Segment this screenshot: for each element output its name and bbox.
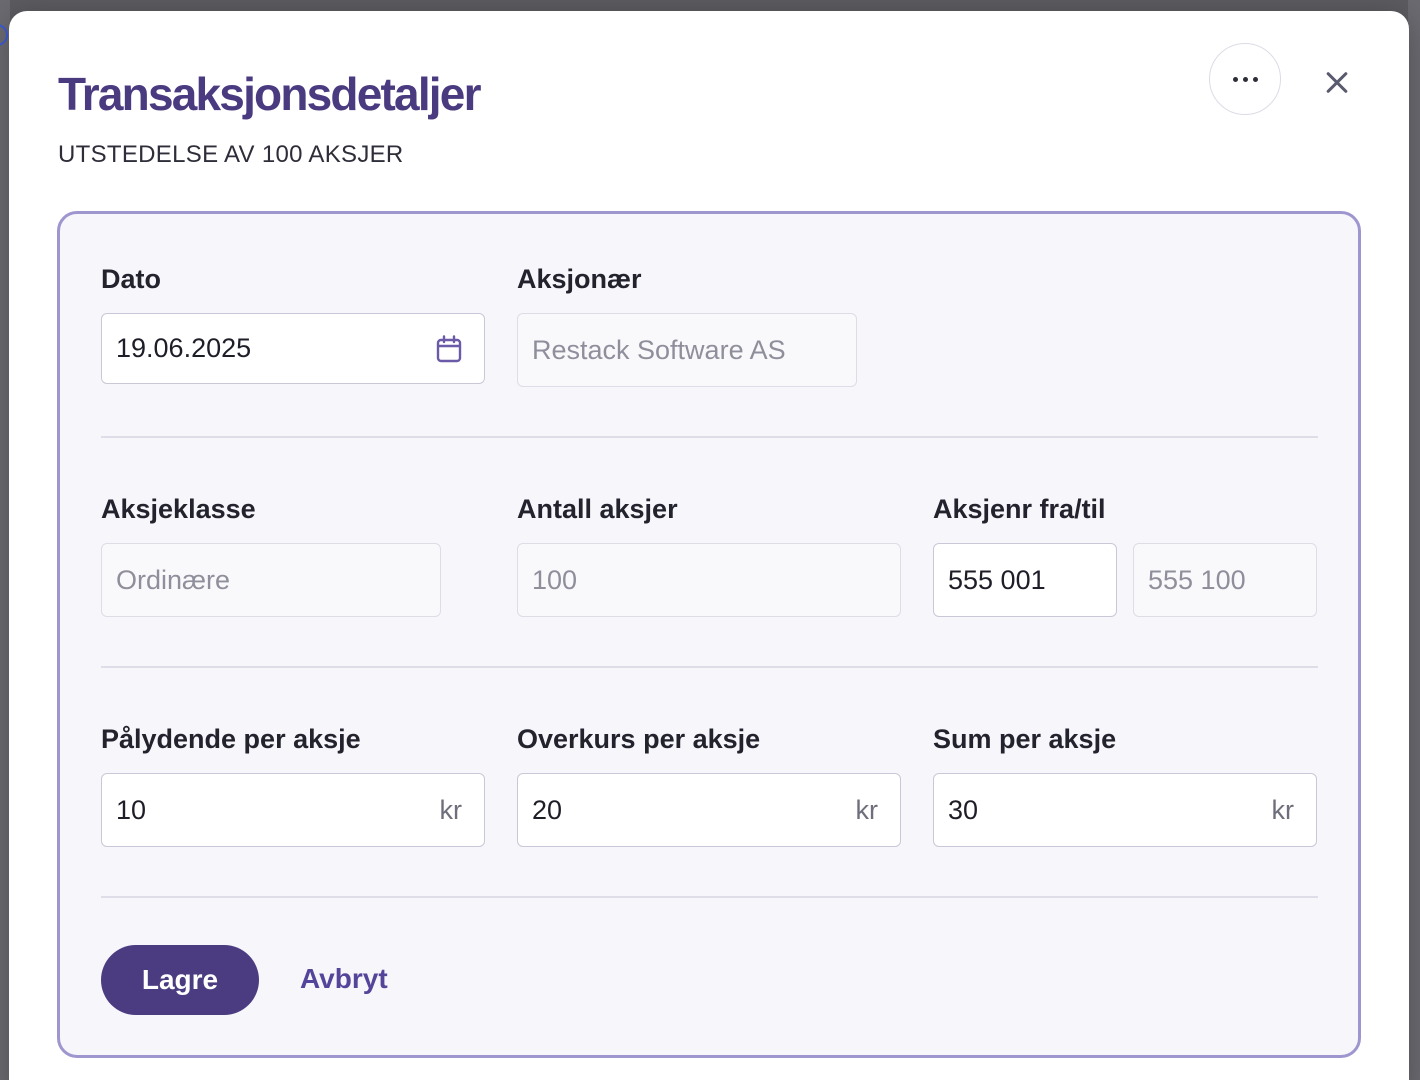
divider [101,896,1318,898]
close-icon[interactable] [1319,65,1355,101]
sum-input[interactable]: 30 kr [933,773,1317,847]
premium-label: Overkurs per aksje [517,724,761,754]
nominal-value: 10 [116,794,147,825]
sum-value: 30 [948,794,979,825]
dialog-subtitle: UTSTEDELSE AV 100 AKSJER [58,141,404,168]
shareholder-field: Restack Software AS [517,313,857,387]
currency-suffix: kr [855,794,879,825]
premium-input[interactable]: 20 kr [517,773,901,847]
share-number-to-field: 555 100 [1133,543,1317,617]
cancel-link[interactable]: Avbryt [300,963,388,995]
more-horizontal-icon [1232,76,1258,82]
date-value: 19.06.2025 [116,333,252,363]
calendar-icon[interactable] [436,334,462,363]
share-class-value: Ordinære [116,564,231,595]
currency-suffix: kr [439,794,463,825]
dialog-title: Transaksjonsdetaljer [58,68,481,120]
share-count-label: Antall aksjer [517,494,678,524]
transaction-form: Dato 19.06.2025 Aksjonær Restack Softwar… [57,211,1361,1058]
date-input[interactable]: 19.06.2025 [101,313,485,384]
backdrop-right-edge [1408,0,1420,1080]
nominal-label: Pålydende per aksje [101,724,361,754]
save-button[interactable]: Lagre [101,945,259,1015]
sum-label: Sum per aksje [933,724,1117,754]
divider [101,436,1318,438]
share-number-to-value: 555 100 [1148,564,1246,595]
share-numbers-label: Aksjenr fra/til [933,494,1106,524]
share-number-from-value: 555 001 [948,564,1046,595]
share-count-value: 100 [532,564,578,595]
currency-suffix: kr [1271,794,1295,825]
divider [101,666,1318,668]
shareholder-label: Aksjonær [517,264,642,294]
share-count-field: 100 [517,543,901,617]
shareholder-value: Restack Software AS [532,334,786,365]
transaction-details-dialog: Transaksjonsdetaljer UTSTEDELSE AV 100 A… [9,11,1409,1080]
share-class-field: Ordinære [101,543,441,617]
premium-value: 20 [532,794,563,825]
share-class-label: Aksjeklasse [101,494,256,524]
share-number-from-input[interactable]: 555 001 [933,543,1117,617]
date-label: Dato [101,264,161,294]
more-options-button[interactable] [1209,43,1281,115]
nominal-input[interactable]: 10 kr [101,773,485,847]
